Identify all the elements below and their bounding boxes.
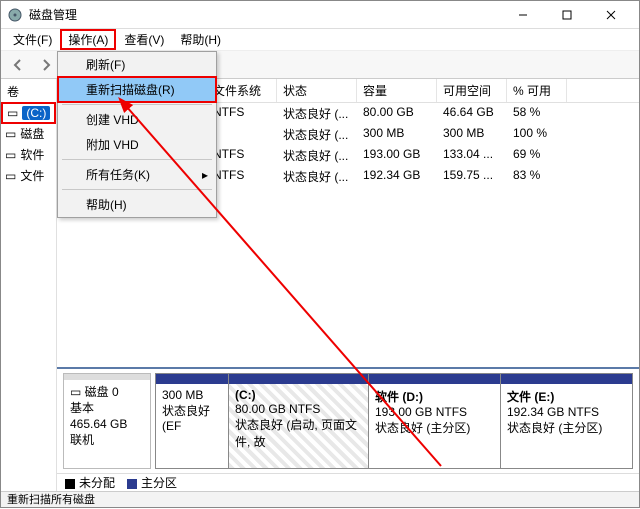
part-name: (C:) [235, 388, 362, 402]
back-button[interactable] [7, 54, 29, 76]
volume-label: 软件 [20, 146, 44, 163]
volume-item[interactable]: ▭ 文件 [1, 165, 56, 186]
part-status: 状态良好 (主分区) [375, 419, 494, 436]
disk-partitions: 300 MB 状态良好 (EF (C:) 80.00 GB NTFS 状态良好 … [155, 373, 633, 469]
menu-separator [62, 189, 212, 190]
partition-d[interactable]: 软件 (D:) 193.00 GB NTFS 状态良好 (主分区) [368, 374, 500, 468]
menu-file[interactable]: 文件(F) [5, 29, 60, 50]
part-size: 192.34 GB NTFS [507, 405, 626, 419]
cell-cap: 193.00 GB [357, 145, 437, 166]
menu-separator [62, 159, 212, 160]
cell-fs: NTFS [207, 103, 277, 124]
disk-label: 磁盘 0 [85, 385, 119, 399]
cell-free: 133.04 ... [437, 145, 507, 166]
menu-refresh[interactable]: 刷新(F) [58, 52, 216, 77]
minus-icon: ▭ [5, 127, 16, 141]
menu-separator [62, 104, 212, 105]
window-title: 磁盘管理 [29, 6, 501, 23]
cell-fs: NTFS [207, 166, 277, 187]
submenu-arrow-icon: ▸ [202, 168, 208, 182]
cell-pct: 100 % [507, 124, 567, 145]
disk-state: 联机 [70, 432, 144, 448]
volume-list: 卷 ▭ (C:) ▭磁盘 ▭软件 ▭文件 [1, 79, 57, 491]
maximize-button[interactable] [545, 1, 589, 29]
menu-bar: 文件(F) 操作(A) 查看(V) 帮助(H) [1, 29, 639, 51]
col-free[interactable]: 可用空间 [437, 79, 507, 102]
volume-item-c[interactable]: ▭ (C:) [3, 104, 54, 122]
part-status: 状态良好 (EF [162, 402, 222, 433]
disk-icon: ▭ 磁盘 0 [70, 384, 144, 400]
cell-pct: 69 % [507, 145, 567, 166]
disk-map: ▭ 磁盘 0 基本 465.64 GB 联机 300 MB 状态良好 (EF (… [57, 367, 639, 473]
col-capacity[interactable]: 容量 [357, 79, 437, 102]
cell-pct: 58 % [507, 103, 567, 124]
menu-rescan[interactable]: 重新扫描磁盘(R) [58, 77, 216, 102]
menu-help-item[interactable]: 帮助(H) [58, 192, 216, 217]
cell-status: 状态良好 (... [277, 145, 357, 166]
cell-status: 状态良好 (... [277, 124, 357, 145]
cell-pct: 83 % [507, 166, 567, 187]
cell-free: 159.75 ... [437, 166, 507, 187]
cell-cap: 300 MB [357, 124, 437, 145]
legend-primary: 主分区 [127, 474, 177, 491]
volume-header: 卷 [1, 81, 56, 103]
partition-e[interactable]: 文件 (E:) 192.34 GB NTFS 状态良好 (主分区) [500, 374, 632, 468]
col-pct[interactable]: % 可用 [507, 79, 567, 102]
part-name: 软件 (D:) [375, 388, 494, 405]
part-size: 300 MB [162, 388, 222, 402]
minus-icon: ▭ [7, 106, 18, 120]
title-bar: 磁盘管理 [1, 1, 639, 29]
action-menu: 刷新(F) 重新扫描磁盘(R) 创建 VHD 附加 VHD 所有任务(K) ▸ … [57, 51, 217, 218]
cell-free: 46.64 GB [437, 103, 507, 124]
minimize-button[interactable] [501, 1, 545, 29]
volume-label: 文件 [20, 167, 44, 184]
cell-status: 状态良好 (... [277, 103, 357, 124]
part-status: 状态良好 (主分区) [507, 419, 626, 436]
legend-label: 未分配 [79, 476, 115, 490]
col-status[interactable]: 状态 [277, 79, 357, 102]
app-icon [7, 7, 23, 23]
volume-label: 磁盘 [20, 125, 44, 142]
legend-unalloc: 未分配 [65, 474, 115, 491]
menu-create-vhd[interactable]: 创建 VHD [58, 107, 216, 132]
minus-icon: ▭ [5, 169, 16, 183]
col-fs[interactable]: 文件系统 [207, 79, 277, 102]
square-icon [65, 479, 75, 489]
part-status: 状态良好 (启动, 页面文件, 故 [235, 416, 362, 450]
square-icon [127, 479, 137, 489]
volume-label: (C:) [22, 106, 50, 120]
forward-button[interactable] [35, 54, 57, 76]
menu-all-tasks-label: 所有任务(K) [86, 168, 150, 182]
part-size: 193.00 GB NTFS [375, 405, 494, 419]
legend-label: 主分区 [141, 476, 177, 490]
partition[interactable]: 300 MB 状态良好 (EF [156, 374, 228, 468]
menu-help[interactable]: 帮助(H) [172, 29, 229, 50]
status-bar: 重新扫描所有磁盘 [1, 491, 639, 507]
minus-icon: ▭ [5, 148, 16, 162]
volume-item[interactable]: ▭ 磁盘 [1, 123, 56, 144]
legend: 未分配 主分区 [57, 473, 639, 491]
volume-item[interactable]: ▭ 软件 [1, 144, 56, 165]
menu-action[interactable]: 操作(A) [60, 29, 116, 50]
cell-status: 状态良好 (... [277, 166, 357, 187]
cell-fs: NTFS [207, 145, 277, 166]
part-name: 文件 (E:) [507, 388, 626, 405]
menu-view[interactable]: 查看(V) [116, 29, 172, 50]
cell-free: 300 MB [437, 124, 507, 145]
part-size: 80.00 GB NTFS [235, 402, 362, 416]
close-button[interactable] [589, 1, 633, 29]
disk-info[interactable]: ▭ 磁盘 0 基本 465.64 GB 联机 [63, 373, 151, 469]
disk-size: 465.64 GB [70, 416, 144, 432]
menu-attach-vhd[interactable]: 附加 VHD [58, 132, 216, 157]
partition-c[interactable]: (C:) 80.00 GB NTFS 状态良好 (启动, 页面文件, 故 [228, 374, 368, 468]
cell-cap: 192.34 GB [357, 166, 437, 187]
cell-cap: 80.00 GB [357, 103, 437, 124]
menu-all-tasks[interactable]: 所有任务(K) ▸ [58, 162, 216, 187]
disk-type: 基本 [70, 400, 144, 416]
cell-fs [207, 124, 277, 145]
